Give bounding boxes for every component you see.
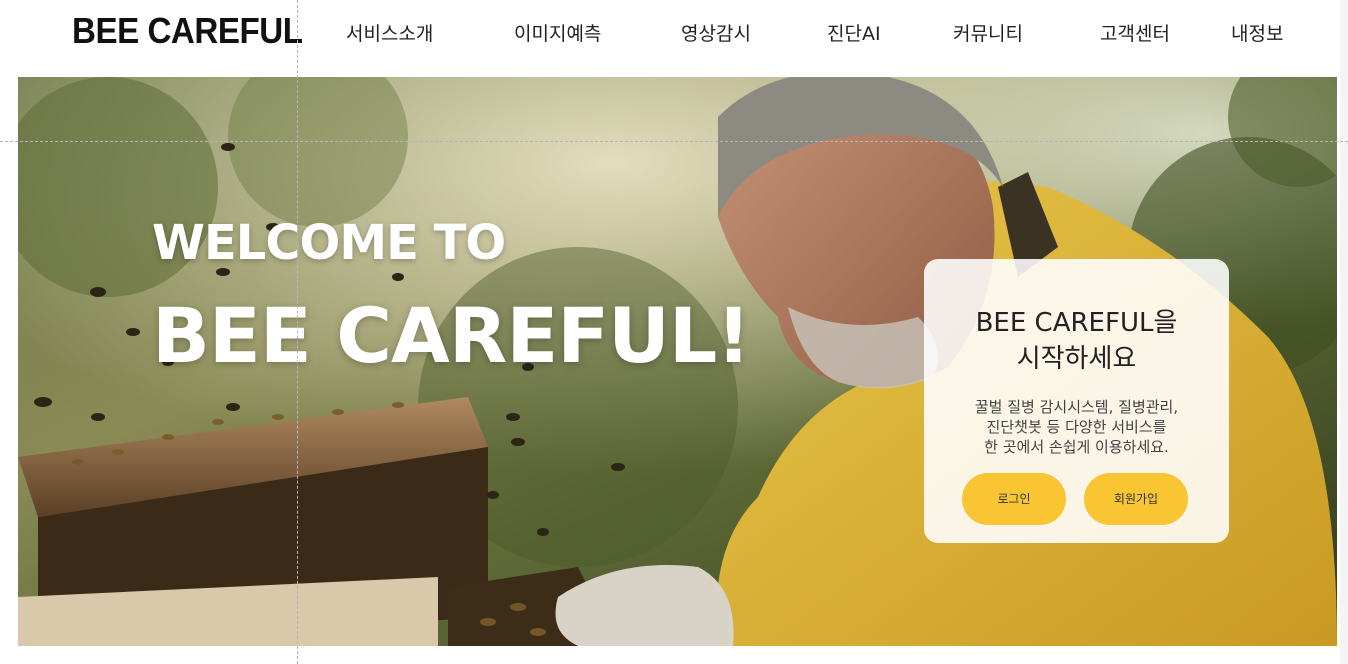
nav-item-video-monitoring[interactable]: 영상감시 bbox=[681, 19, 751, 46]
nav-item-my-info[interactable]: 내정보 bbox=[1231, 19, 1283, 46]
card-description: 꿀벌 질병 감시시스템, 질병관리, 진단챗봇 등 다양한 서비스를 한 곳에서… bbox=[924, 397, 1229, 457]
nav-item-customer-center[interactable]: 고객센터 bbox=[1100, 19, 1170, 46]
start-card: BEE CAREFUL을 시작하세요 꿀벌 질병 감시시스템, 질병관리, 진단… bbox=[924, 259, 1229, 543]
hero-banner: WELCOME TO BEE CAREFUL! BEE CAREFUL을 시작하… bbox=[18, 77, 1337, 646]
nav-item-diagnosis-ai[interactable]: 진단AI bbox=[827, 19, 881, 46]
site-logo[interactable]: BEE CAREFUL bbox=[72, 10, 303, 52]
card-title-line2: 시작하세요 bbox=[1016, 344, 1137, 374]
card-title: BEE CAREFUL을 시작하세요 bbox=[924, 305, 1229, 377]
hero-brand-text: BEE CAREFUL! bbox=[152, 291, 751, 380]
nav-item-community[interactable]: 커뮤니티 bbox=[953, 19, 1023, 46]
top-navbar: BEE CAREFUL 서비스소개 이미지예측 영상감시 진단AI 커뮤니티 고… bbox=[0, 0, 1348, 64]
card-title-line1: BEE CAREFUL을 bbox=[975, 308, 1178, 338]
page-edge-strip bbox=[1340, 0, 1348, 664]
hero-welcome-text: WELCOME TO bbox=[152, 215, 506, 271]
login-button[interactable]: 로그인 bbox=[962, 473, 1066, 525]
signup-button[interactable]: 회원가입 bbox=[1084, 473, 1188, 525]
card-desc-line2: 진단챗봇 등 다양한 서비스를 bbox=[986, 418, 1167, 436]
nav-item-service-intro[interactable]: 서비스소개 bbox=[346, 19, 433, 46]
card-desc-line3: 한 곳에서 손쉽게 이용하세요. bbox=[984, 438, 1169, 456]
nav-item-image-prediction[interactable]: 이미지예측 bbox=[514, 19, 601, 46]
card-desc-line1: 꿀벌 질병 감시시스템, 질병관리, bbox=[974, 398, 1179, 416]
